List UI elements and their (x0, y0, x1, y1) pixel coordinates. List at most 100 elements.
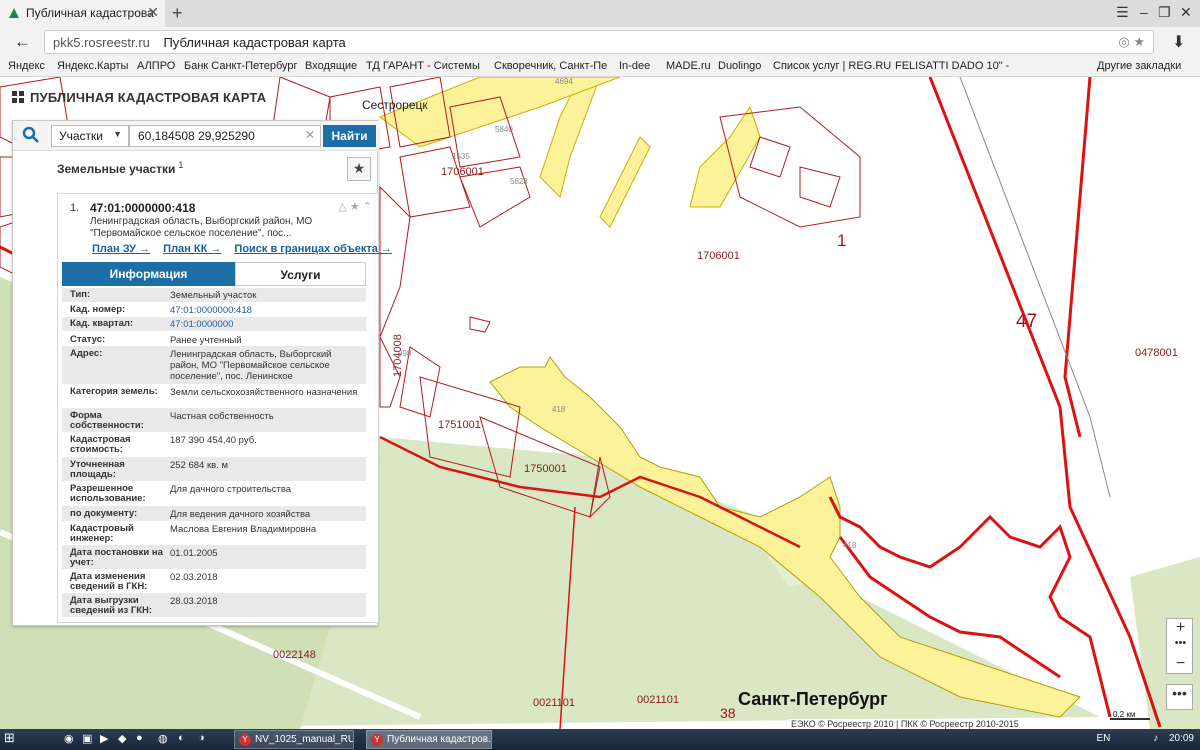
clock[interactable]: 20:09 (1169, 733, 1194, 744)
bookmark-item[interactable]: АЛПРО (137, 60, 175, 72)
maximize-icon[interactable]: ❐ (1158, 4, 1171, 21)
search-input[interactable]: 60,184508 29,925290 (129, 125, 321, 147)
warning-icon: △ (338, 201, 347, 213)
map-label-quarter: 0022148 (273, 649, 316, 661)
info-row: Статус: Ранее учтенный (70, 334, 242, 347)
plan-zu-link[interactable]: План ЗУ → (92, 243, 150, 255)
plan-kk-link[interactable]: План КК → (163, 243, 221, 255)
browser-icon[interactable]: ◐ (178, 732, 185, 744)
bookmark-item[interactable]: Входящие (305, 60, 357, 72)
protect-icon[interactable]: ◎ (1118, 34, 1129, 49)
map-label-quarter: 1751001 (438, 419, 481, 431)
browser-tab-title: Публичная кадастрова (26, 6, 154, 20)
map-label-parcel: 418 (552, 405, 566, 414)
menu-icon[interactable]: ☰ (1116, 4, 1129, 21)
search-icon[interactable] (22, 126, 40, 144)
media-icon[interactable]: ▶ (100, 732, 108, 745)
map-label-district: 1 (837, 231, 847, 250)
map-label-quarter: 1706001 (441, 166, 484, 178)
collapse-icon[interactable]: ⌃ (363, 201, 372, 213)
favorite-icon[interactable]: ★ (350, 201, 360, 213)
result-address-line: Ленинградская область, Выборгский район,… (90, 216, 313, 227)
search-panel: Участки ▼ 60,184508 29,925290 ✕ Найти Зе… (12, 120, 392, 626)
bookmark-item[interactable]: Duolingo (718, 60, 761, 72)
system-tray: EN ♪ 20:09 (1097, 733, 1195, 744)
browser-tab-strip: Публичная кадастрова ✕ + ☰ – ❐ ✕ (0, 0, 1200, 27)
map-label-quarter: 0021101 (533, 697, 576, 709)
info-row: Кад. квартал: 47:01:0000000 (62, 317, 366, 331)
info-row: Уточненная площадь: 252 684 кв. м (62, 457, 366, 481)
bookmark-item[interactable]: MADE.ru (666, 60, 711, 72)
zoom-more-icon[interactable]: ••• (1167, 637, 1194, 655)
bookmark-item[interactable]: In-dee (619, 60, 650, 72)
taskbar-task[interactable]: Y Публичная кадастров... (366, 730, 492, 749)
info-row: Дата изменения сведений в ГКН: 02.03.2018 (70, 571, 218, 592)
info-row: Тип: Земельный участок (62, 288, 366, 302)
bookmark-item[interactable]: FELISATTI DADO 10" - (895, 60, 1009, 72)
info-row: Адрес: Ленинградская область, Выборгский … (62, 346, 366, 384)
language-indicator[interactable]: EN (1097, 733, 1111, 744)
bookmark-star-icon[interactable]: ★ (1133, 34, 1145, 49)
bookmark-item[interactable]: Яндекс (8, 60, 45, 72)
minimize-icon[interactable]: – (1140, 4, 1148, 20)
firefox-icon[interactable]: ◑ (198, 732, 205, 744)
zoom-control: + ••• − (1166, 618, 1193, 674)
app-title: ПУБЛИЧНАЯ КАДАСТРОВАЯ КАРТА (12, 90, 266, 105)
close-tab-icon[interactable]: ✕ (147, 4, 159, 21)
map-label-district: 47 (1016, 311, 1038, 332)
search-in-bounds-link[interactable]: Поиск в границах объекта → (234, 243, 391, 255)
map-label-quarter: 1706001 (697, 250, 740, 262)
map-label-town: Сестрорецк (362, 98, 428, 112)
url-page-title: Публичная кадастровая карта (163, 35, 346, 50)
info-row: Кадастровая стоимость: 187 390 454,40 руб… (70, 434, 257, 455)
cadastral-number[interactable]: 47:01:0000000:418 (90, 201, 195, 215)
new-tab-icon[interactable]: + (172, 3, 183, 24)
folder-icon[interactable]: ▣ (82, 732, 92, 745)
search-type-select[interactable]: Участки ▼ (51, 125, 129, 147)
start-button[interactable]: ⊞ (4, 730, 42, 749)
volume-icon[interactable]: ♪ (1153, 733, 1158, 744)
result-tabs: Информация Услуги (62, 262, 374, 286)
more-options-icon[interactable]: ••• (1166, 684, 1193, 710)
close-window-icon[interactable]: ✕ (1180, 4, 1192, 21)
find-button[interactable]: Найти (323, 125, 376, 147)
result-index: 1. (70, 202, 80, 214)
bookmarks-bar: Яндекс Яндекс.Карты АЛПРО Банк Санкт-Пет… (0, 57, 1200, 77)
app-icon[interactable]: ◆ (118, 732, 126, 745)
bookmark-item[interactable]: Яндекс.Карты (57, 60, 128, 72)
back-arrow-icon[interactable]: ← (14, 32, 31, 52)
other-bookmarks[interactable]: Другие закладки (1097, 60, 1181, 72)
bookmark-item[interactable]: ТД ГАРАНТ - Системы (366, 60, 480, 72)
result-card[interactable]: 1. 47:01:0000000:418 △ ★ ⌃ Ленинградская… (57, 193, 392, 623)
zoom-in-icon[interactable]: + (1167, 619, 1194, 637)
clear-search-icon[interactable]: ✕ (305, 128, 315, 142)
map-label-parcel: 5828 (510, 177, 528, 186)
favorite-star-button[interactable]: ★ (347, 157, 371, 181)
chrome-icon[interactable]: ◉ (64, 732, 74, 745)
zoom-out-icon[interactable]: − (1167, 655, 1194, 673)
bookmark-item[interactable]: Список услуг | REG.RU (773, 60, 891, 72)
tab-information[interactable]: Информация (62, 262, 235, 286)
taskbar-task[interactable]: Y NV_1025_manual_RU... (234, 730, 354, 749)
address-field[interactable]: pkk5.rosreestr.ru Публичная кадастровая … (44, 30, 1154, 54)
bookmark-item[interactable]: Банк Санкт-Петербург (184, 60, 298, 72)
info-row: Кадастровый инженер: Маслова Евгения Влад… (70, 523, 317, 544)
bookmark-item[interactable]: Скворечник, Санкт-Пе (494, 60, 607, 72)
search-type-value: Участки (59, 129, 103, 143)
results-header-text: Земельные участки (57, 162, 176, 176)
map-label-district: 38 (720, 705, 736, 721)
app-icon[interactable]: ● (136, 732, 143, 744)
info-row: Форма собственности: Частная собственност… (62, 408, 366, 432)
browser-tab[interactable]: Публичная кадастрова ✕ (0, 0, 165, 27)
info-row: Категория земель: Земли сельскохозяйствен… (70, 386, 358, 399)
rosreestr-favicon-icon (9, 8, 19, 18)
yandex-icon: Y (239, 734, 251, 746)
download-icon[interactable]: ⬇ (1172, 32, 1185, 52)
app-icon[interactable]: ◍ (158, 732, 168, 745)
info-row: Разрешенное использование: Для дачного ст… (70, 483, 292, 504)
taskbar: ⊞ ◉ ▣ ▶ ◆ ● ◍ ◐ ◑ Y NV_1025_manual_RU... … (0, 729, 1200, 750)
tab-services[interactable]: Услуги (235, 262, 366, 286)
result-links: План ЗУ → План КК → Поиск в границах объ… (92, 243, 402, 255)
map-label-parcel: 5840 (495, 125, 513, 134)
map-label-parcel: 998 (398, 349, 412, 358)
